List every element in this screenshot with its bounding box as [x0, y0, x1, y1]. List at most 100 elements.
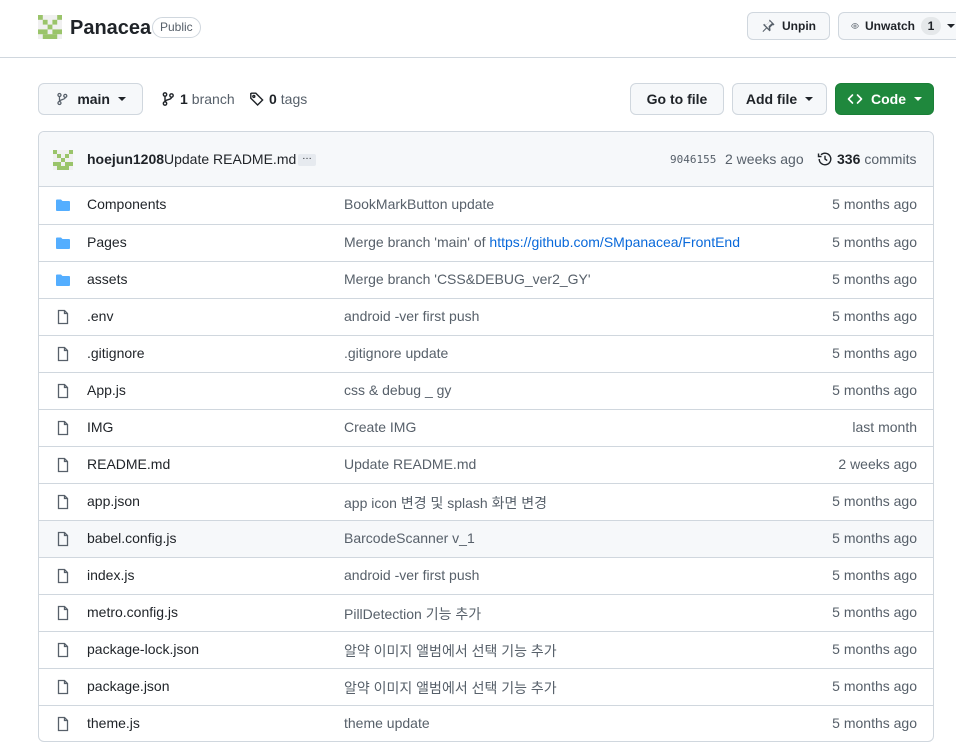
- file-commit-message[interactable]: Merge branch 'CSS&DEBUG_ver2_GY': [344, 271, 591, 287]
- file-commit-message[interactable]: Merge branch 'main' of https://github.co…: [344, 234, 740, 250]
- file-name-link[interactable]: README.md: [87, 456, 170, 472]
- file-commit-message[interactable]: 알약 이미지 앨범에서 선택 기능 추가: [344, 641, 557, 661]
- commits-link[interactable]: 336 commits: [817, 151, 916, 167]
- folder-icon: [56, 237, 70, 249]
- file-commit-message[interactable]: Create IMG: [344, 419, 416, 435]
- add-file-label: Add file: [745, 91, 798, 107]
- commit-message[interactable]: Update README.md: [164, 151, 296, 167]
- file-icon: [57, 457, 69, 473]
- commit-message-url[interactable]: https://github.com/SMpanacea/FrontEnd: [489, 234, 740, 250]
- file-name-link[interactable]: assets: [87, 271, 127, 287]
- code-button[interactable]: Code: [835, 83, 934, 115]
- file-name-link[interactable]: Pages: [87, 234, 127, 250]
- commit-message-text[interactable]: css & debug _ gy: [344, 382, 451, 398]
- branches-link[interactable]: 1 branch: [160, 83, 235, 115]
- commit-message-text[interactable]: theme update: [344, 715, 430, 731]
- eye-icon: [851, 23, 859, 29]
- file-row[interactable]: .env android -ver first push 5 months ago: [39, 298, 933, 335]
- folder-icon: [56, 199, 70, 211]
- file-name-link[interactable]: .env: [87, 308, 113, 324]
- file-row[interactable]: App.js css & debug _ gy 5 months ago: [39, 372, 933, 409]
- file-icon: [57, 309, 69, 325]
- commit-message-text[interactable]: app icon 변경 및 splash 화면 변경: [344, 495, 547, 511]
- file-commit-message[interactable]: css & debug _ gy: [344, 382, 451, 398]
- file-row[interactable]: assets Merge branch 'CSS&DEBUG_ver2_GY' 5 …: [39, 261, 933, 298]
- file-name-link[interactable]: theme.js: [87, 715, 140, 731]
- unpin-label: Unpin: [782, 19, 816, 33]
- commit-message-text[interactable]: android -ver first push: [344, 567, 479, 583]
- file-row[interactable]: metro.config.js PillDetection 기능 추가 5 mont…: [39, 594, 933, 631]
- tags-label: tags: [280, 91, 308, 107]
- tags-count: 0: [269, 91, 277, 107]
- file-commit-message[interactable]: BarcodeScanner v_1: [344, 530, 475, 546]
- commit-message-text[interactable]: Create IMG: [344, 419, 416, 435]
- file-row[interactable]: IMG Create IMG last month: [39, 409, 933, 446]
- unwatch-button[interactable]: Unwatch 1: [838, 12, 956, 40]
- file-row[interactable]: theme.js theme update 5 months ago: [39, 705, 933, 741]
- file-commit-message[interactable]: theme update: [344, 715, 430, 731]
- file-row[interactable]: package-lock.json 알약 이미지 앨범에서 선택 기능 추가 5 m…: [39, 631, 933, 668]
- file-commit-date: 5 months ago: [832, 234, 917, 250]
- chevron-down-icon: [947, 24, 955, 28]
- commit-message-text[interactable]: Merge branch 'CSS&DEBUG_ver2_GY': [344, 271, 591, 287]
- file-row[interactable]: .gitignore .gitignore update 5 months ago: [39, 335, 933, 372]
- file-icon: [57, 383, 69, 399]
- repo-avatar[interactable]: [38, 15, 62, 39]
- file-row[interactable]: app.json app icon 변경 및 splash 화면 변경 5 mont…: [39, 483, 933, 520]
- commit-message-text[interactable]: .gitignore update: [344, 345, 448, 361]
- file-commit-date: 5 months ago: [832, 604, 917, 620]
- file-name-link[interactable]: package-lock.json: [87, 641, 199, 657]
- repo-name[interactable]: Panacea: [70, 15, 151, 41]
- expand-commit-button[interactable]: …: [298, 152, 316, 166]
- file-commit-date: 5 months ago: [832, 196, 917, 212]
- commit-message-text[interactable]: 알약 이미지 앨범에서 선택 기능 추가: [344, 643, 557, 659]
- file-commit-message[interactable]: BookMarkButton update: [344, 196, 494, 212]
- file-row[interactable]: README.md Update README.md 2 weeks ago: [39, 446, 933, 483]
- file-commit-date: 5 months ago: [832, 271, 917, 287]
- go-to-file-button[interactable]: Go to file: [630, 83, 724, 115]
- file-row[interactable]: Components BookMarkButton update 5 months …: [39, 187, 933, 224]
- file-commit-message[interactable]: app icon 변경 및 splash 화면 변경: [344, 493, 547, 513]
- file-commit-message[interactable]: 알약 이미지 앨범에서 선택 기능 추가: [344, 678, 557, 698]
- commit-message-text[interactable]: BookMarkButton update: [344, 196, 494, 212]
- file-name-link[interactable]: package.json: [87, 678, 170, 694]
- commit-message-text[interactable]: Merge branch 'main' of: [344, 234, 489, 250]
- file-name-link[interactable]: .gitignore: [87, 345, 145, 361]
- file-row[interactable]: index.js android -ver first push 5 months …: [39, 557, 933, 594]
- commit-author[interactable]: hoejun1208: [87, 151, 164, 167]
- visibility-badge: Public: [152, 17, 201, 38]
- watch-counter: 1: [921, 17, 941, 35]
- author-avatar[interactable]: [53, 150, 73, 170]
- commit-message-text[interactable]: 알약 이미지 앨범에서 선택 기능 추가: [344, 680, 557, 696]
- commit-message-text[interactable]: Update README.md: [344, 456, 476, 472]
- file-name-link[interactable]: App.js: [87, 382, 126, 398]
- commit-message-text[interactable]: BarcodeScanner v_1: [344, 530, 475, 546]
- commit-message-text[interactable]: android -ver first push: [344, 308, 479, 324]
- commit-message-text[interactable]: PillDetection 기능 추가: [344, 606, 481, 622]
- file-row[interactable]: package.json 알약 이미지 앨범에서 선택 기능 추가 5 months…: [39, 668, 933, 705]
- unpin-button[interactable]: Unpin: [747, 12, 830, 40]
- file-name-link[interactable]: IMG: [87, 419, 113, 435]
- file-commit-date: 2 weeks ago: [838, 456, 917, 472]
- file-name-link[interactable]: app.json: [87, 493, 140, 509]
- tags-link[interactable]: 0 tags: [249, 83, 307, 115]
- commit-sha[interactable]: 9046155: [670, 153, 716, 166]
- branches-label: branch: [191, 91, 235, 107]
- file-commit-message[interactable]: PillDetection 기능 추가: [344, 604, 481, 624]
- file-commit-message[interactable]: android -ver first push: [344, 308, 479, 324]
- file-name-link[interactable]: metro.config.js: [87, 604, 178, 620]
- file-name-link[interactable]: index.js: [87, 567, 134, 583]
- file-commit-message[interactable]: .gitignore update: [344, 345, 448, 361]
- file-commit-message[interactable]: android -ver first push: [344, 567, 479, 583]
- file-name-link[interactable]: Components: [87, 196, 166, 212]
- file-name-link[interactable]: babel.config.js: [87, 530, 177, 546]
- file-row[interactable]: babel.config.js BarcodeScanner v_1 5 month…: [39, 520, 933, 557]
- file-commit-message[interactable]: Update README.md: [344, 456, 476, 472]
- history-icon: [817, 152, 832, 166]
- branch-selector[interactable]: main: [38, 83, 143, 115]
- file-row[interactable]: Pages Merge branch 'main' of https://gith…: [39, 224, 933, 261]
- file-commit-date: 5 months ago: [832, 567, 917, 583]
- unwatch-label: Unwatch: [864, 19, 915, 33]
- add-file-button[interactable]: Add file: [732, 83, 827, 115]
- file-commit-date: last month: [852, 419, 917, 435]
